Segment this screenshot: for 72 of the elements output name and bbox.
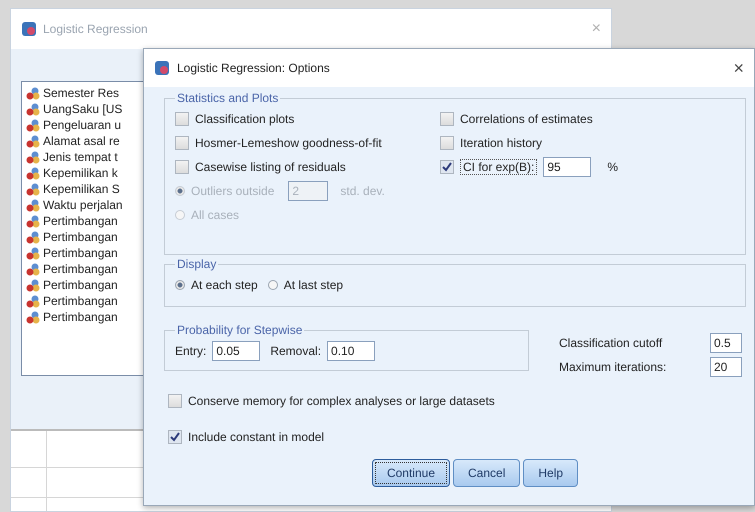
variable-item[interactable]: Kepemilikan S (43, 182, 120, 196)
checkbox-label[interactable]: Casewise listing of residuals (195, 160, 346, 174)
circles-icon (26, 278, 40, 292)
variable-item[interactable]: Alamat asal re (43, 134, 120, 148)
circles-icon (26, 310, 40, 324)
checkbox[interactable] (175, 112, 189, 126)
checkbox[interactable] (175, 160, 189, 174)
dialog-button[interactable]: Continue (372, 459, 450, 487)
variable-item[interactable]: Waktu perjalan (43, 198, 123, 212)
circles-icon (26, 230, 40, 244)
checkbox[interactable] (440, 160, 454, 174)
checkbox[interactable] (168, 430, 182, 444)
circles-icon (26, 214, 40, 228)
checkbox[interactable] (175, 136, 189, 150)
circles-icon (26, 262, 40, 276)
variable-item[interactable]: Pertimbangan (43, 230, 118, 244)
variable-item[interactable]: Jenis tempat t (43, 150, 118, 164)
window-title: Logistic Regression (43, 22, 148, 36)
field-label: Classification cutoff (559, 336, 662, 350)
circles-icon (26, 102, 40, 116)
radio-label[interactable]: At each step (191, 278, 258, 292)
field-label: Entry: (175, 344, 206, 358)
radio-button[interactable] (175, 280, 185, 290)
circles-icon (26, 246, 40, 260)
app-icon (154, 60, 170, 76)
input-field[interactable]: 0.10 (327, 341, 376, 361)
checkbox[interactable] (440, 112, 454, 126)
circles-icon (26, 86, 40, 100)
circles-icon (26, 294, 40, 308)
field-label: Removal: (270, 344, 322, 358)
dialog-button[interactable]: Help (523, 459, 578, 487)
checkbox[interactable] (168, 394, 182, 408)
variable-item[interactable]: Pertimbangan (43, 246, 118, 260)
input-field[interactable]: 0.5 (710, 333, 742, 353)
checkbox-label[interactable]: Include constant in model (188, 430, 324, 444)
variable-item[interactable]: UangSaku [US (43, 102, 122, 116)
input-field[interactable]: 0.05 (212, 341, 260, 361)
circles-icon (26, 198, 40, 212)
circles-icon (26, 134, 40, 148)
radio-button[interactable] (268, 280, 278, 290)
checkbox-label[interactable]: Iteration history (460, 136, 542, 150)
variable-item[interactable]: Pertimbangan (43, 214, 118, 228)
group-title: Probability for Stepwise (176, 323, 304, 337)
radio-label[interactable]: At last step (284, 278, 344, 292)
checkbox-label[interactable]: Hosmer-Lemeshow goodness-of-fit (195, 136, 382, 150)
dialog-button[interactable]: Cancel (453, 459, 520, 487)
variable-item[interactable]: Semester Res (43, 86, 120, 100)
circles-icon (26, 166, 40, 180)
checkbox-label[interactable]: Classification plots (195, 112, 294, 126)
variable-item[interactable]: Pertimbangan (43, 262, 118, 276)
variable-item[interactable]: Pertimbangan (43, 294, 118, 308)
app-icon (21, 21, 37, 37)
checkbox-label[interactable]: Conserve memory for complex analyses or large datasets (188, 394, 495, 408)
checkbox-label[interactable]: Correlations of estimates (460, 112, 593, 126)
dialog-title: Logistic Regression: Options (177, 61, 330, 75)
checkbox-label[interactable]: CI for exp(B): (460, 159, 538, 175)
input-field[interactable]: 95 (543, 157, 592, 177)
close-icon[interactable]: × (733, 58, 744, 78)
group-title: Display (176, 257, 218, 271)
circles-icon (26, 182, 40, 196)
variable-item[interactable]: Pengeluaran u (43, 118, 122, 132)
checkbox[interactable] (440, 136, 454, 150)
circles-icon (26, 150, 40, 164)
variable-item[interactable]: Kepemilikan k (43, 166, 118, 180)
variable-item[interactable]: Pertimbangan (43, 278, 118, 292)
circles-icon (26, 118, 40, 132)
input-field[interactable]: 20 (710, 357, 742, 377)
variable-item[interactable]: Pertimbangan (43, 310, 118, 324)
field-label: Maximum iterations: (559, 360, 666, 374)
unit-label: std. dev. (340, 184, 385, 198)
unit-label: % (607, 160, 618, 174)
group-title: Statistics and Plots (176, 91, 280, 105)
